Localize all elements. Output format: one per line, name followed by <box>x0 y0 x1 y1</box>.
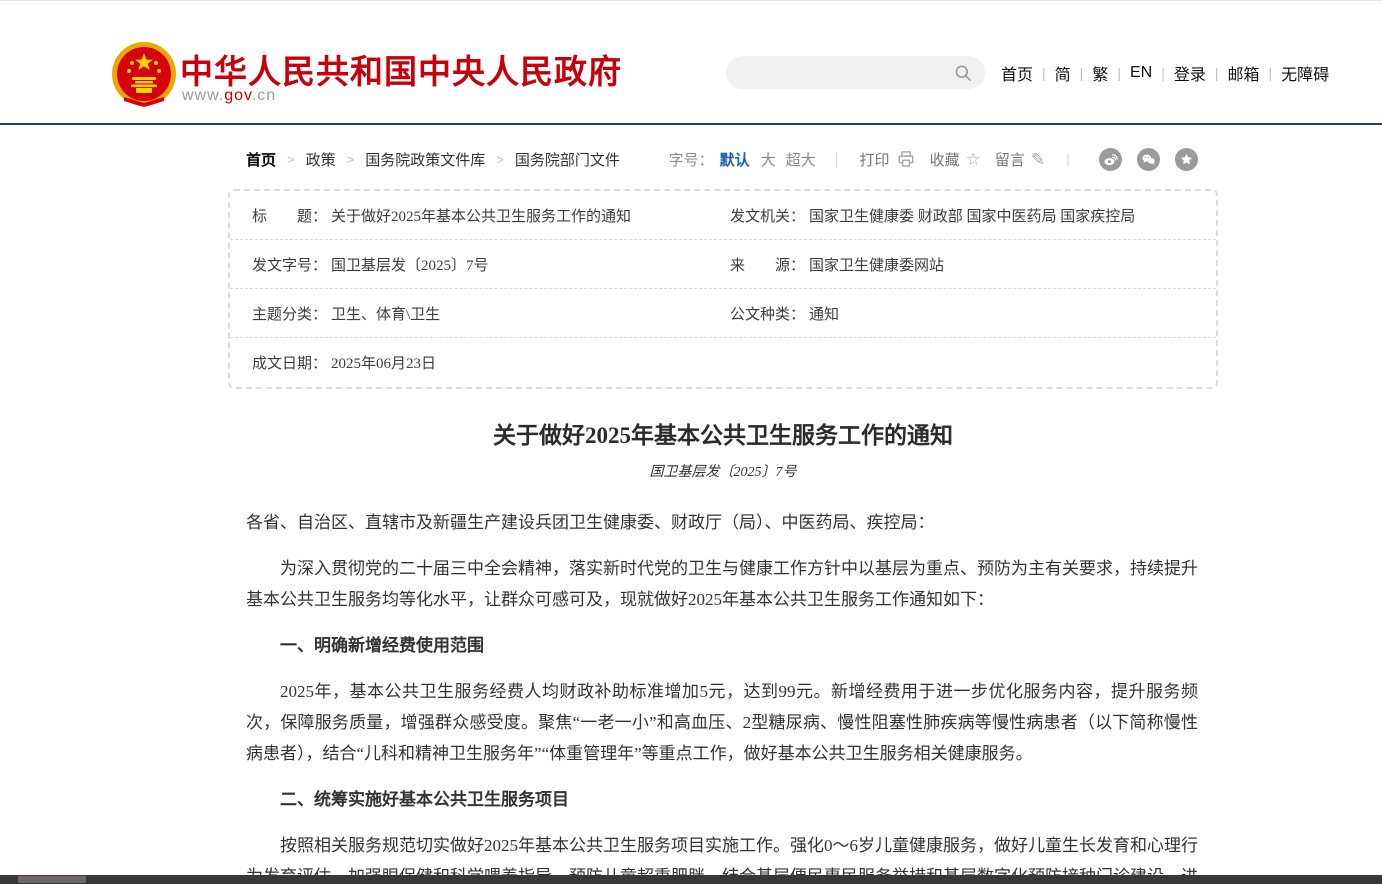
nav-separator: | <box>1161 65 1165 81</box>
scrollbar-thumb[interactable] <box>18 876 86 883</box>
font-size-large-button[interactable]: 大 <box>761 149 776 170</box>
meta-docnum-cell: 发文字号： 国卫基层发〔2025〕7号 <box>252 254 730 275</box>
search-icon[interactable] <box>953 63 973 83</box>
site-url-cn: .cn <box>252 87 276 104</box>
meta-category-value: 卫生、体育\卫生 <box>331 303 440 324</box>
meta-source-label: 来 源： <box>730 254 805 275</box>
printer-icon <box>896 149 916 169</box>
document-meta-table: 标 题： 关于做好2025年基本公共卫生服务工作的通知 发文机关： 国家卫生健康… <box>228 189 1218 389</box>
document-body: 各省、自治区、直辖市及新疆生产建设兵团卫生健康委、财政厅（局）、中医药局、疾控局… <box>228 507 1218 884</box>
share-buttons <box>1084 148 1198 171</box>
national-emblem-icon <box>110 41 178 109</box>
site-url-www: www. <box>182 87 224 104</box>
meta-row: 成文日期： 2025年06月23日 <box>230 338 1216 387</box>
paragraph-intro: 为深入贯彻党的二十届三中全会精神，落实新时代党的卫生与健康工作方针中以基层为重点… <box>246 553 1198 615</box>
toolbar-divider: | <box>1066 151 1070 168</box>
comment-button[interactable]: 留言 ✎ <box>995 149 1045 170</box>
horizontal-scrollbar[interactable] <box>0 875 1382 884</box>
breadcrumb-home[interactable]: 首页 <box>246 149 276 170</box>
meta-category-cell: 主题分类： 卫生、体育\卫生 <box>252 303 730 324</box>
qzone-star-icon <box>1178 151 1195 168</box>
meta-category-label: 主题分类： <box>252 303 327 324</box>
paragraph-section-1: 2025年，基本公共卫生服务经费人均财政补助标准增加5元，达到99元。新增经费用… <box>246 676 1198 769</box>
comment-label: 留言 <box>995 149 1025 170</box>
breadcrumb-policy[interactable]: 政策 <box>306 149 336 170</box>
search-input[interactable] <box>726 65 953 81</box>
section-heading-2: 二、统筹实施好基本公共卫生服务项目 <box>246 784 1198 815</box>
meta-doctype-label: 公文种类： <box>730 303 805 324</box>
nav-separator: | <box>1042 65 1046 81</box>
content-wrapper: 首页 > 政策 > 国务院政策文件库 > 国务院部门文件 字号： 默认 大 超大… <box>228 146 1218 884</box>
breadcrumb-toolbar-row: 首页 > 政策 > 国务院政策文件库 > 国务院部门文件 字号： 默认 大 超大… <box>228 146 1218 172</box>
favorite-label: 收藏 <box>930 149 960 170</box>
breadcrumb-separator-icon: > <box>287 152 295 167</box>
meta-doctype-value: 通知 <box>809 303 839 324</box>
toolbar-divider: | <box>835 151 839 168</box>
meta-date-cell: 成文日期： 2025年06月23日 <box>252 352 730 373</box>
weibo-share-button[interactable] <box>1099 148 1122 171</box>
document-title: 关于做好2025年基本公共卫生服务工作的通知 <box>228 416 1218 450</box>
nav-english[interactable]: EN <box>1130 64 1152 82</box>
search-box[interactable] <box>726 56 985 89</box>
breadcrumb-policy-library[interactable]: 国务院政策文件库 <box>365 149 485 170</box>
meta-doctype-cell: 公文种类： 通知 <box>730 303 839 324</box>
breadcrumb-separator-icon: > <box>496 152 504 167</box>
qzone-share-button[interactable] <box>1175 148 1198 171</box>
article: 关于做好2025年基本公共卫生服务工作的通知 国卫基层发〔2025〕7号 各省、… <box>228 416 1218 884</box>
nav-traditional[interactable]: 繁 <box>1092 61 1108 85</box>
site-header: 中华人民共和国中央人民政府 www.gov.cn 首页 | 简 | 繁 | EN | 登… <box>0 1 1382 125</box>
meta-date-value: 2025年06月23日 <box>331 352 436 373</box>
meta-source-value: 国家卫生健康委网站 <box>809 254 944 275</box>
nav-mail[interactable]: 邮箱 <box>1228 61 1260 85</box>
meta-docnum-value: 国卫基层发〔2025〕7号 <box>331 254 489 275</box>
favorite-button[interactable]: 收藏 ☆ <box>930 149 981 170</box>
wechat-share-button[interactable] <box>1137 148 1160 171</box>
font-size-label: 字号： <box>669 149 714 170</box>
meta-source-cell: 来 源： 国家卫生健康委网站 <box>730 254 944 275</box>
nav-login[interactable]: 登录 <box>1174 61 1206 85</box>
meta-row: 发文字号： 国卫基层发〔2025〕7号 来 源： 国家卫生健康委网站 <box>230 240 1216 289</box>
site-title: 中华人民共和国中央人民政府 <box>180 45 622 93</box>
breadcrumb: 首页 > 政策 > 国务院政策文件库 > 国务院部门文件 <box>246 149 620 170</box>
nav-separator: | <box>1215 65 1219 81</box>
font-size-default-button[interactable]: 默认 <box>720 149 750 170</box>
print-label: 打印 <box>860 149 890 170</box>
pencil-icon: ✎ <box>1031 151 1045 168</box>
meta-docnum-label: 发文字号： <box>252 254 327 275</box>
meta-date-label: 成文日期： <box>252 352 327 373</box>
font-size-xlarge-button[interactable]: 超大 <box>786 149 816 170</box>
print-button[interactable]: 打印 <box>860 149 916 170</box>
section-heading-1: 一、明确新增经费使用范围 <box>246 630 1198 661</box>
article-toolbar: 字号： 默认 大 超大 | 打印 收藏 ☆ <box>669 148 1218 171</box>
nav-home[interactable]: 首页 <box>1001 61 1033 85</box>
star-icon: ☆ <box>966 151 981 168</box>
meta-title-label: 标 题： <box>252 205 327 226</box>
meta-row: 主题分类： 卫生、体育\卫生 公文种类： 通知 <box>230 289 1216 338</box>
document-number: 国卫基层发〔2025〕7号 <box>228 461 1218 481</box>
meta-issuer-label: 发文机关： <box>730 205 805 226</box>
nav-separator: | <box>1080 65 1084 81</box>
meta-title-value: 关于做好2025年基本公共卫生服务工作的通知 <box>331 205 631 226</box>
site-url: www.gov.cn <box>182 87 276 105</box>
meta-issuer-cell: 发文机关： 国家卫生健康委 财政部 国家中医药局 国家疾控局 <box>730 205 1135 226</box>
page: 中华人民共和国中央人民政府 www.gov.cn 首页 | 简 | 繁 | EN | 登… <box>0 0 1382 884</box>
top-navigation: 首页 | 简 | 繁 | EN | 登录 | 邮箱 | 无障碍 <box>1001 61 1329 85</box>
weibo-icon <box>1102 151 1119 168</box>
nav-simplified[interactable]: 简 <box>1055 61 1071 85</box>
nav-separator: | <box>1117 65 1121 81</box>
breadcrumb-separator-icon: > <box>347 152 355 167</box>
nav-separator: | <box>1269 65 1273 81</box>
paragraph-salutation: 各省、自治区、直辖市及新疆生产建设兵团卫生健康委、财政厅（局）、中医药局、疾控局… <box>246 507 1198 538</box>
meta-issuer-value: 国家卫生健康委 财政部 国家中医药局 国家疾控局 <box>809 205 1135 226</box>
meta-row: 标 题： 关于做好2025年基本公共卫生服务工作的通知 发文机关： 国家卫生健康… <box>230 191 1216 240</box>
wechat-icon <box>1140 151 1157 168</box>
breadcrumb-department-documents[interactable]: 国务院部门文件 <box>515 149 620 170</box>
nav-accessibility[interactable]: 无障碍 <box>1281 61 1329 85</box>
site-url-gov: gov <box>224 87 252 104</box>
meta-title-cell: 标 题： 关于做好2025年基本公共卫生服务工作的通知 <box>252 205 730 226</box>
